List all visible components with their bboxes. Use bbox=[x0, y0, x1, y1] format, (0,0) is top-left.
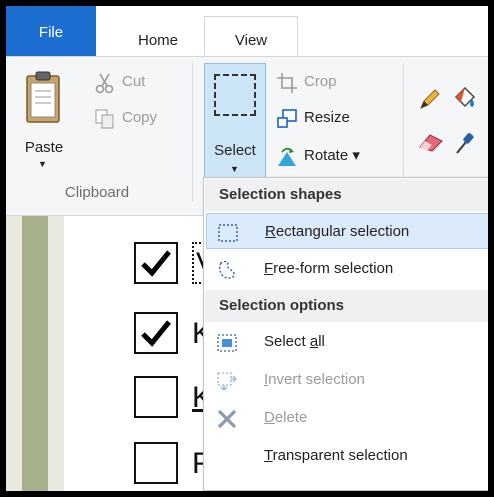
tab-file[interactable]: File bbox=[6, 6, 96, 56]
copy-icon bbox=[95, 109, 114, 129]
tab-home[interactable]: Home bbox=[118, 16, 198, 56]
resize-button[interactable]: Resize bbox=[276, 105, 376, 131]
menu-item-invert-selection[interactable]: Invert selection bbox=[206, 362, 488, 398]
cut-label: Cut bbox=[122, 73, 146, 90]
menu-item-rectangular-selection[interactable]: Rectangular selection bbox=[206, 213, 488, 249]
checkmark-icon bbox=[141, 320, 171, 347]
fill-icon[interactable] bbox=[452, 85, 478, 111]
copy-label: Copy bbox=[122, 109, 158, 126]
checkmark-icon bbox=[141, 250, 171, 277]
paste-button[interactable]: Paste ▼ bbox=[18, 67, 70, 175]
canvas-checkbox-checked bbox=[134, 312, 178, 354]
menu-item-label: Transparent selection bbox=[264, 447, 408, 464]
resize-icon bbox=[277, 109, 297, 128]
select-dropdown-icon[interactable]: ▼ bbox=[230, 164, 239, 174]
cut-button[interactable]: Cut bbox=[94, 69, 184, 95]
menu-item-delete[interactable]: Delete bbox=[206, 400, 488, 436]
menu-item-label: Rectangular selection bbox=[265, 223, 410, 240]
free-form-selection-icon bbox=[219, 260, 235, 279]
group-separator bbox=[192, 63, 193, 201]
menu-item-label: Delete bbox=[264, 409, 308, 426]
canvas-checkbox-unchecked bbox=[134, 376, 178, 418]
paste-icon bbox=[26, 71, 60, 123]
rotate-button[interactable]: Rotate ▾ bbox=[276, 143, 396, 169]
paint-window: File Home View Paste ▼ Cut Copy Clipboar… bbox=[6, 6, 488, 491]
rotate-dropdown-icon[interactable]: ▾ bbox=[352, 147, 360, 164]
rectangle-selection-icon bbox=[218, 224, 238, 242]
paste-dropdown-icon[interactable]: ▼ bbox=[38, 159, 47, 169]
crop-icon bbox=[277, 73, 297, 93]
menu-header-selection-shapes: Selection shapes bbox=[205, 179, 488, 211]
copy-button[interactable]: Copy bbox=[94, 105, 194, 131]
canvas-checkbox-unchecked bbox=[134, 442, 178, 484]
rotate-label: Rotate ▾ bbox=[304, 147, 360, 164]
canvas-checkbox-checked bbox=[134, 242, 178, 284]
scissors-icon bbox=[95, 73, 114, 94]
delete-x-icon bbox=[217, 409, 237, 429]
paste-label: Paste bbox=[24, 139, 64, 156]
select-all-icon bbox=[217, 334, 237, 352]
menu-item-label: Free-form selection bbox=[264, 260, 394, 277]
tab-view[interactable]: View bbox=[204, 16, 298, 56]
canvas-border-strip bbox=[22, 216, 48, 491]
menu-header-selection-options: Selection options bbox=[205, 290, 488, 322]
menu-item-transparent-selection[interactable]: Transparent selection bbox=[206, 438, 488, 474]
crop-label: Crop bbox=[304, 73, 337, 90]
select-label: Select bbox=[214, 142, 256, 159]
menu-item-label: Select all bbox=[264, 333, 325, 350]
crop-button[interactable]: Crop bbox=[276, 69, 376, 95]
rotate-icon bbox=[278, 147, 296, 166]
color-picker-icon[interactable] bbox=[454, 129, 476, 155]
clipboard-group-label: Clipboard bbox=[64, 184, 130, 201]
eraser-icon[interactable] bbox=[418, 131, 444, 153]
select-button[interactable]: Select ▼ bbox=[204, 63, 266, 191]
ribbon-tab-bar: File Home View bbox=[6, 6, 488, 56]
menu-item-free-form-selection[interactable]: Free-form selection bbox=[206, 251, 488, 287]
menu-item-select-all[interactable]: Select all bbox=[206, 324, 488, 360]
invert-selection-icon bbox=[217, 372, 237, 391]
select-dropdown-menu: Selection shapes Rectangular selection F… bbox=[203, 177, 488, 491]
select-marquee-icon bbox=[214, 74, 256, 116]
resize-label: Resize bbox=[304, 109, 350, 126]
menu-item-label: Invert selection bbox=[264, 371, 365, 388]
pencil-icon[interactable] bbox=[418, 87, 442, 111]
